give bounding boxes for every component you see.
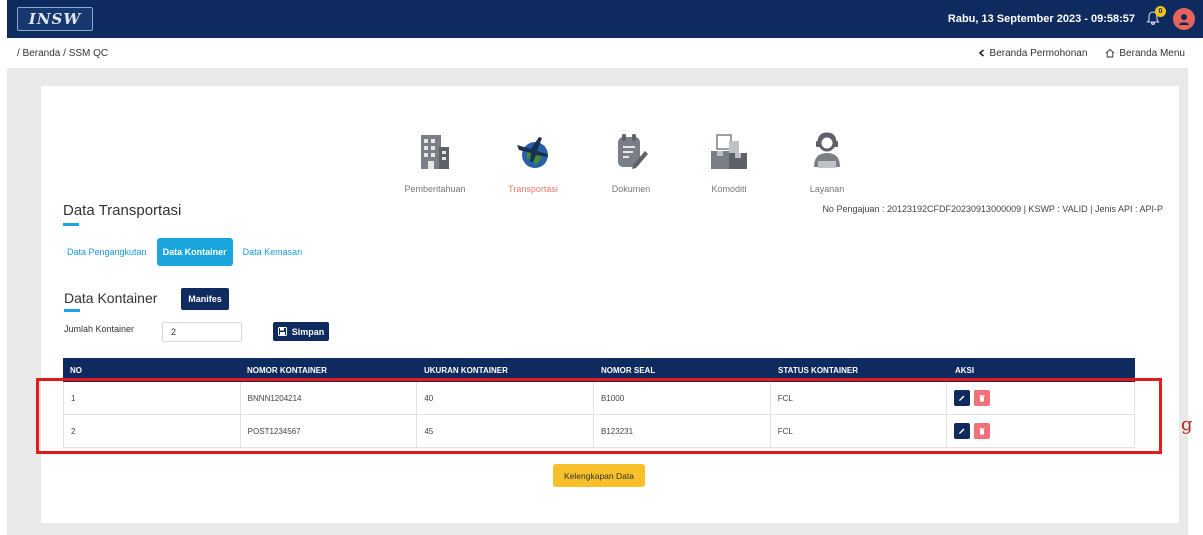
service-person-icon <box>804 128 850 174</box>
beranda-permohonan-label: Beranda Permohonan <box>989 47 1088 59</box>
manifes-label: Manifes <box>188 294 222 304</box>
document-icon <box>608 128 654 174</box>
step-transportasi[interactable]: Transportasi <box>484 128 582 194</box>
simpan-button[interactable]: Simpan <box>273 322 329 341</box>
breadcrumb: / Beranda / SSM QC <box>17 47 109 59</box>
column-header: NO <box>70 365 82 375</box>
chevron-left-icon <box>978 49 984 57</box>
datetime: Rabu, 13 September 2023 - 09:58:57 <box>947 13 1135 25</box>
breadcrumb-links: Beranda Permohonan Beranda Menu <box>978 48 1203 59</box>
step-label: Transportasi <box>508 184 558 194</box>
beranda-permohonan-link[interactable]: Beranda Permohonan <box>978 47 1088 59</box>
beranda-menu-label: Beranda Menu <box>1119 47 1185 59</box>
step-label: Pemberitahuan <box>404 184 466 194</box>
step-pemberitahuan[interactable]: Pemberitahuan <box>386 128 484 194</box>
main-card: Pemberitahuan Transportasi Dokumen Komod… <box>41 86 1179 523</box>
step-komoditi[interactable]: Komoditi <box>680 128 778 194</box>
step-layanan[interactable]: Layanan <box>778 128 876 194</box>
highlight-box <box>36 378 1162 454</box>
column-header: AKSI <box>955 365 975 375</box>
breadcrumb-bar: / Beranda / SSM QC Beranda Permohonan Be… <box>7 38 1203 68</box>
save-icon <box>277 327 287 336</box>
topbar-right: Rabu, 13 September 2023 - 09:58:57 0 <box>947 6 1195 30</box>
step-navigation: Pemberitahuan Transportasi Dokumen Komod… <box>386 128 876 194</box>
column-header: NOMOR KONTAINER <box>247 365 327 375</box>
page-title: Data Transportasi <box>63 202 182 219</box>
user-avatar[interactable] <box>1173 8 1195 30</box>
logo-text: INSW <box>28 10 82 28</box>
insw-logo[interactable]: INSW <box>17 7 93 31</box>
column-header: NOMOR SEAL <box>601 365 656 375</box>
submission-info: No Pengajuan : 20123192CFDF2023091300000… <box>822 204 1163 214</box>
kelengkapan-label: Kelengkapan Data <box>564 470 634 481</box>
annotation-letter: g <box>1181 414 1193 435</box>
plane-globe-icon <box>510 128 556 174</box>
step-label: Komoditi <box>711 184 747 194</box>
jumlah-kontainer-label: Jumlah Kontainer <box>64 324 135 334</box>
tab-data-pengangkutan[interactable]: Data Pengangkutan <box>63 240 151 264</box>
step-label: Dokumen <box>611 184 651 194</box>
jumlah-kontainer-input[interactable] <box>162 322 242 342</box>
building-icon <box>412 128 458 174</box>
step-label: Layanan <box>809 184 845 194</box>
column-header: STATUS KONTAINER <box>778 365 858 375</box>
boxes-icon <box>706 128 752 174</box>
home-icon <box>1106 48 1115 58</box>
simpan-label: Simpan <box>291 326 325 337</box>
beranda-menu-link[interactable]: Beranda Menu <box>1105 48 1185 59</box>
column-header: UKURAN KONTAINER <box>424 365 508 375</box>
tab-data-kontainer[interactable]: Data Kontainer <box>156 238 233 266</box>
user-icon <box>1179 14 1189 25</box>
notification-bell[interactable]: 0 <box>1145 6 1166 28</box>
top-navbar: INSW Rabu, 13 September 2023 - 09:58:57 … <box>7 0 1203 38</box>
title-underline <box>63 223 79 226</box>
tab-bar: Data Pengangkutan Data Kontainer Data Ke… <box>63 238 306 266</box>
kontainer-title: Data Kontainer <box>64 290 158 306</box>
kontainer-title-underline <box>64 309 80 312</box>
kelengkapan-data-button[interactable]: Kelengkapan Data <box>553 464 645 487</box>
manifes-button[interactable]: Manifes <box>181 288 229 310</box>
page-area: Pemberitahuan Transportasi Dokumen Komod… <box>7 68 1188 535</box>
tab-data-kemasan[interactable]: Data Kemasan <box>239 240 307 264</box>
step-dokumen[interactable]: Dokumen <box>582 128 680 194</box>
notification-badge: 0 <box>1155 6 1166 17</box>
